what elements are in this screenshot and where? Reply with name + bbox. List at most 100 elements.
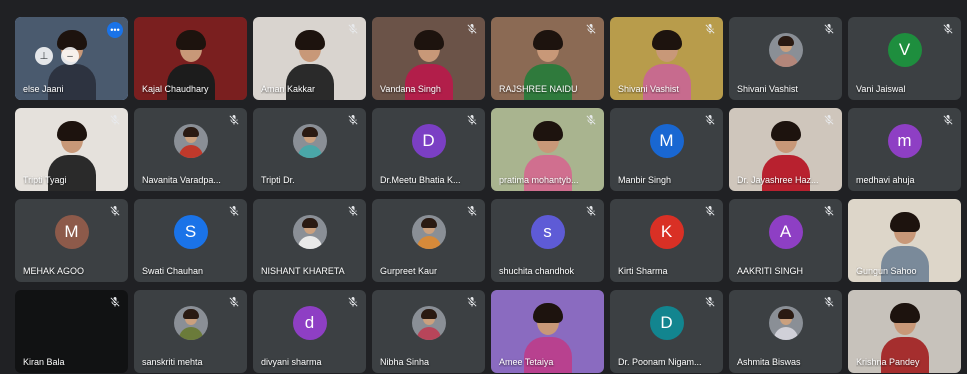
participant-tile[interactable]: Aman Kakkar [253, 17, 366, 100]
participant-name: Navanita Varadpa... [142, 175, 221, 185]
participant-avatar-photo [292, 124, 327, 159]
participant-tile[interactable]: Shivani Vashist [729, 17, 842, 100]
mic-muted-icon [941, 114, 955, 128]
mic-muted-icon [227, 114, 241, 128]
participant-name: Kajal Chaudhary [142, 84, 209, 94]
mic-muted-icon [108, 114, 122, 128]
participant-tile[interactable]: D Dr. Poonam Nigam... [610, 290, 723, 373]
participant-avatar-photo [411, 306, 446, 341]
participant-name: Nibha Sinha [380, 357, 430, 367]
participant-tile[interactable]: sanskriti mehta [134, 290, 247, 373]
participant-name: AAKRITI SINGH [737, 266, 804, 276]
mic-muted-icon [584, 114, 598, 128]
participant-name: RAJSHREE NAIDU [499, 84, 578, 94]
participant-name: Ashmita Biswas [737, 357, 801, 367]
participant-avatar-letter: s [530, 215, 565, 250]
participant-name: Vani Jaiswal [856, 84, 906, 94]
participant-name: Gurpreet Kaur [380, 266, 438, 276]
participant-avatar-photo [411, 215, 446, 250]
participant-tile[interactable]: Ashmita Biswas [729, 290, 842, 373]
participant-name: pratima mohantyb... [499, 175, 579, 185]
mic-muted-icon [941, 23, 955, 37]
participant-tile[interactable]: D Dr.Meetu Bhatia K... [372, 108, 485, 191]
participant-tile[interactable]: V Vani Jaiswal [848, 17, 961, 100]
participant-tile[interactable]: Tripti Dr. [253, 108, 366, 191]
participant-name: Kiran Bala [23, 357, 65, 367]
participant-tile[interactable]: d divyani sharma [253, 290, 366, 373]
mic-muted-icon [346, 205, 360, 219]
participant-name: Dr. Jayashree Haz... [737, 175, 819, 185]
participant-name: Amee Tetaiya [499, 357, 554, 367]
participant-tile[interactable]: K Kirti Sharma [610, 199, 723, 282]
participant-tile[interactable]: Amee Tetaiya [491, 290, 604, 373]
self-view-controls: ⊥ – [31, 39, 111, 77]
participant-avatar-letter: V [887, 33, 922, 68]
participant-tile[interactable]: M Manbir Singh [610, 108, 723, 191]
participant-name: divyani sharma [261, 357, 322, 367]
more-options-icon[interactable]: ••• [107, 22, 123, 38]
participant-tile[interactable]: Navanita Varadpa... [134, 108, 247, 191]
mic-muted-icon [227, 205, 241, 219]
participant-name: Gungun Sahoo [856, 266, 917, 276]
participant-tile[interactable]: Gurpreet Kaur [372, 199, 485, 282]
mic-muted-icon [822, 23, 836, 37]
participant-avatar-letter: m [887, 124, 922, 159]
mic-muted-icon [465, 296, 479, 310]
mic-muted-icon [584, 23, 598, 37]
participant-name: Manbir Singh [618, 175, 672, 185]
participant-tile[interactable]: M MEHAK AGOO [15, 199, 128, 282]
mic-muted-icon [465, 23, 479, 37]
participant-name: Tripti Tyagi [23, 175, 67, 185]
mic-muted-icon [108, 296, 122, 310]
mic-muted-icon [822, 205, 836, 219]
participant-avatar-letter: K [649, 215, 684, 250]
participant-name: Dr.Meetu Bhatia K... [380, 175, 461, 185]
participant-tile[interactable]: Kajal Chaudhary [134, 17, 247, 100]
mic-muted-icon [108, 205, 122, 219]
mic-muted-icon [346, 296, 360, 310]
participant-tile[interactable]: Vandana Singh [372, 17, 485, 100]
participant-tile[interactable]: Gungun Sahoo [848, 199, 961, 282]
participant-tile[interactable]: s shuchita chandhok [491, 199, 604, 282]
participant-tile[interactable]: A AAKRITI SINGH [729, 199, 842, 282]
participant-name: Shivani Vashist [737, 84, 798, 94]
participant-tile[interactable]: Krishna Pandey [848, 290, 961, 373]
participant-name: Kirti Sharma [618, 266, 668, 276]
mic-muted-icon [822, 296, 836, 310]
participant-name: Shivani Vashist [618, 84, 679, 94]
participant-tile[interactable]: Shivani Vashist [610, 17, 723, 100]
participant-tile[interactable]: Dr. Jayashree Haz... [729, 108, 842, 191]
participant-name: Krishna Pandey [856, 357, 920, 367]
participant-tile[interactable]: RAJSHREE NAIDU [491, 17, 604, 100]
mic-muted-icon [822, 114, 836, 128]
participant-tile[interactable]: ⊥ – ••• else Jaani [15, 17, 128, 100]
participant-tile[interactable]: NISHANT KHARETA [253, 199, 366, 282]
mic-muted-icon [346, 23, 360, 37]
participant-avatar-photo [768, 33, 803, 68]
participant-tile[interactable]: Tripti Tyagi [15, 108, 128, 191]
participant-name: Aman Kakkar [261, 84, 316, 94]
participant-name: NISHANT KHARETA [261, 266, 345, 276]
participant-tile[interactable]: m medhavi ahuja [848, 108, 961, 191]
minimize-icon[interactable]: – [61, 47, 79, 65]
mic-muted-icon [703, 23, 717, 37]
participant-grid: ⊥ – ••• else Jaani Kajal Chaudhary Aman Kakka… [15, 17, 961, 373]
participant-avatar-letter: M [54, 215, 89, 250]
participant-avatar-letter: D [649, 306, 684, 341]
mic-muted-icon [584, 205, 598, 219]
participant-avatar-letter: D [411, 124, 446, 159]
mic-muted-icon [703, 296, 717, 310]
participant-avatar-letter: M [649, 124, 684, 159]
participant-avatar-photo [173, 306, 208, 341]
participant-tile[interactable]: pratima mohantyb... [491, 108, 604, 191]
participant-avatar-photo [173, 124, 208, 159]
participant-tile[interactable]: Kiran Bala [15, 290, 128, 373]
participant-tile[interactable]: S Swati Chauhan [134, 199, 247, 282]
pin-icon[interactable]: ⊥ [35, 47, 53, 65]
mic-muted-icon [703, 114, 717, 128]
participant-name: sanskriti mehta [142, 357, 203, 367]
participant-name: MEHAK AGOO [23, 266, 85, 276]
participant-tile[interactable]: Nibha Sinha [372, 290, 485, 373]
participant-name: Tripti Dr. [261, 175, 295, 185]
mic-muted-icon [465, 114, 479, 128]
